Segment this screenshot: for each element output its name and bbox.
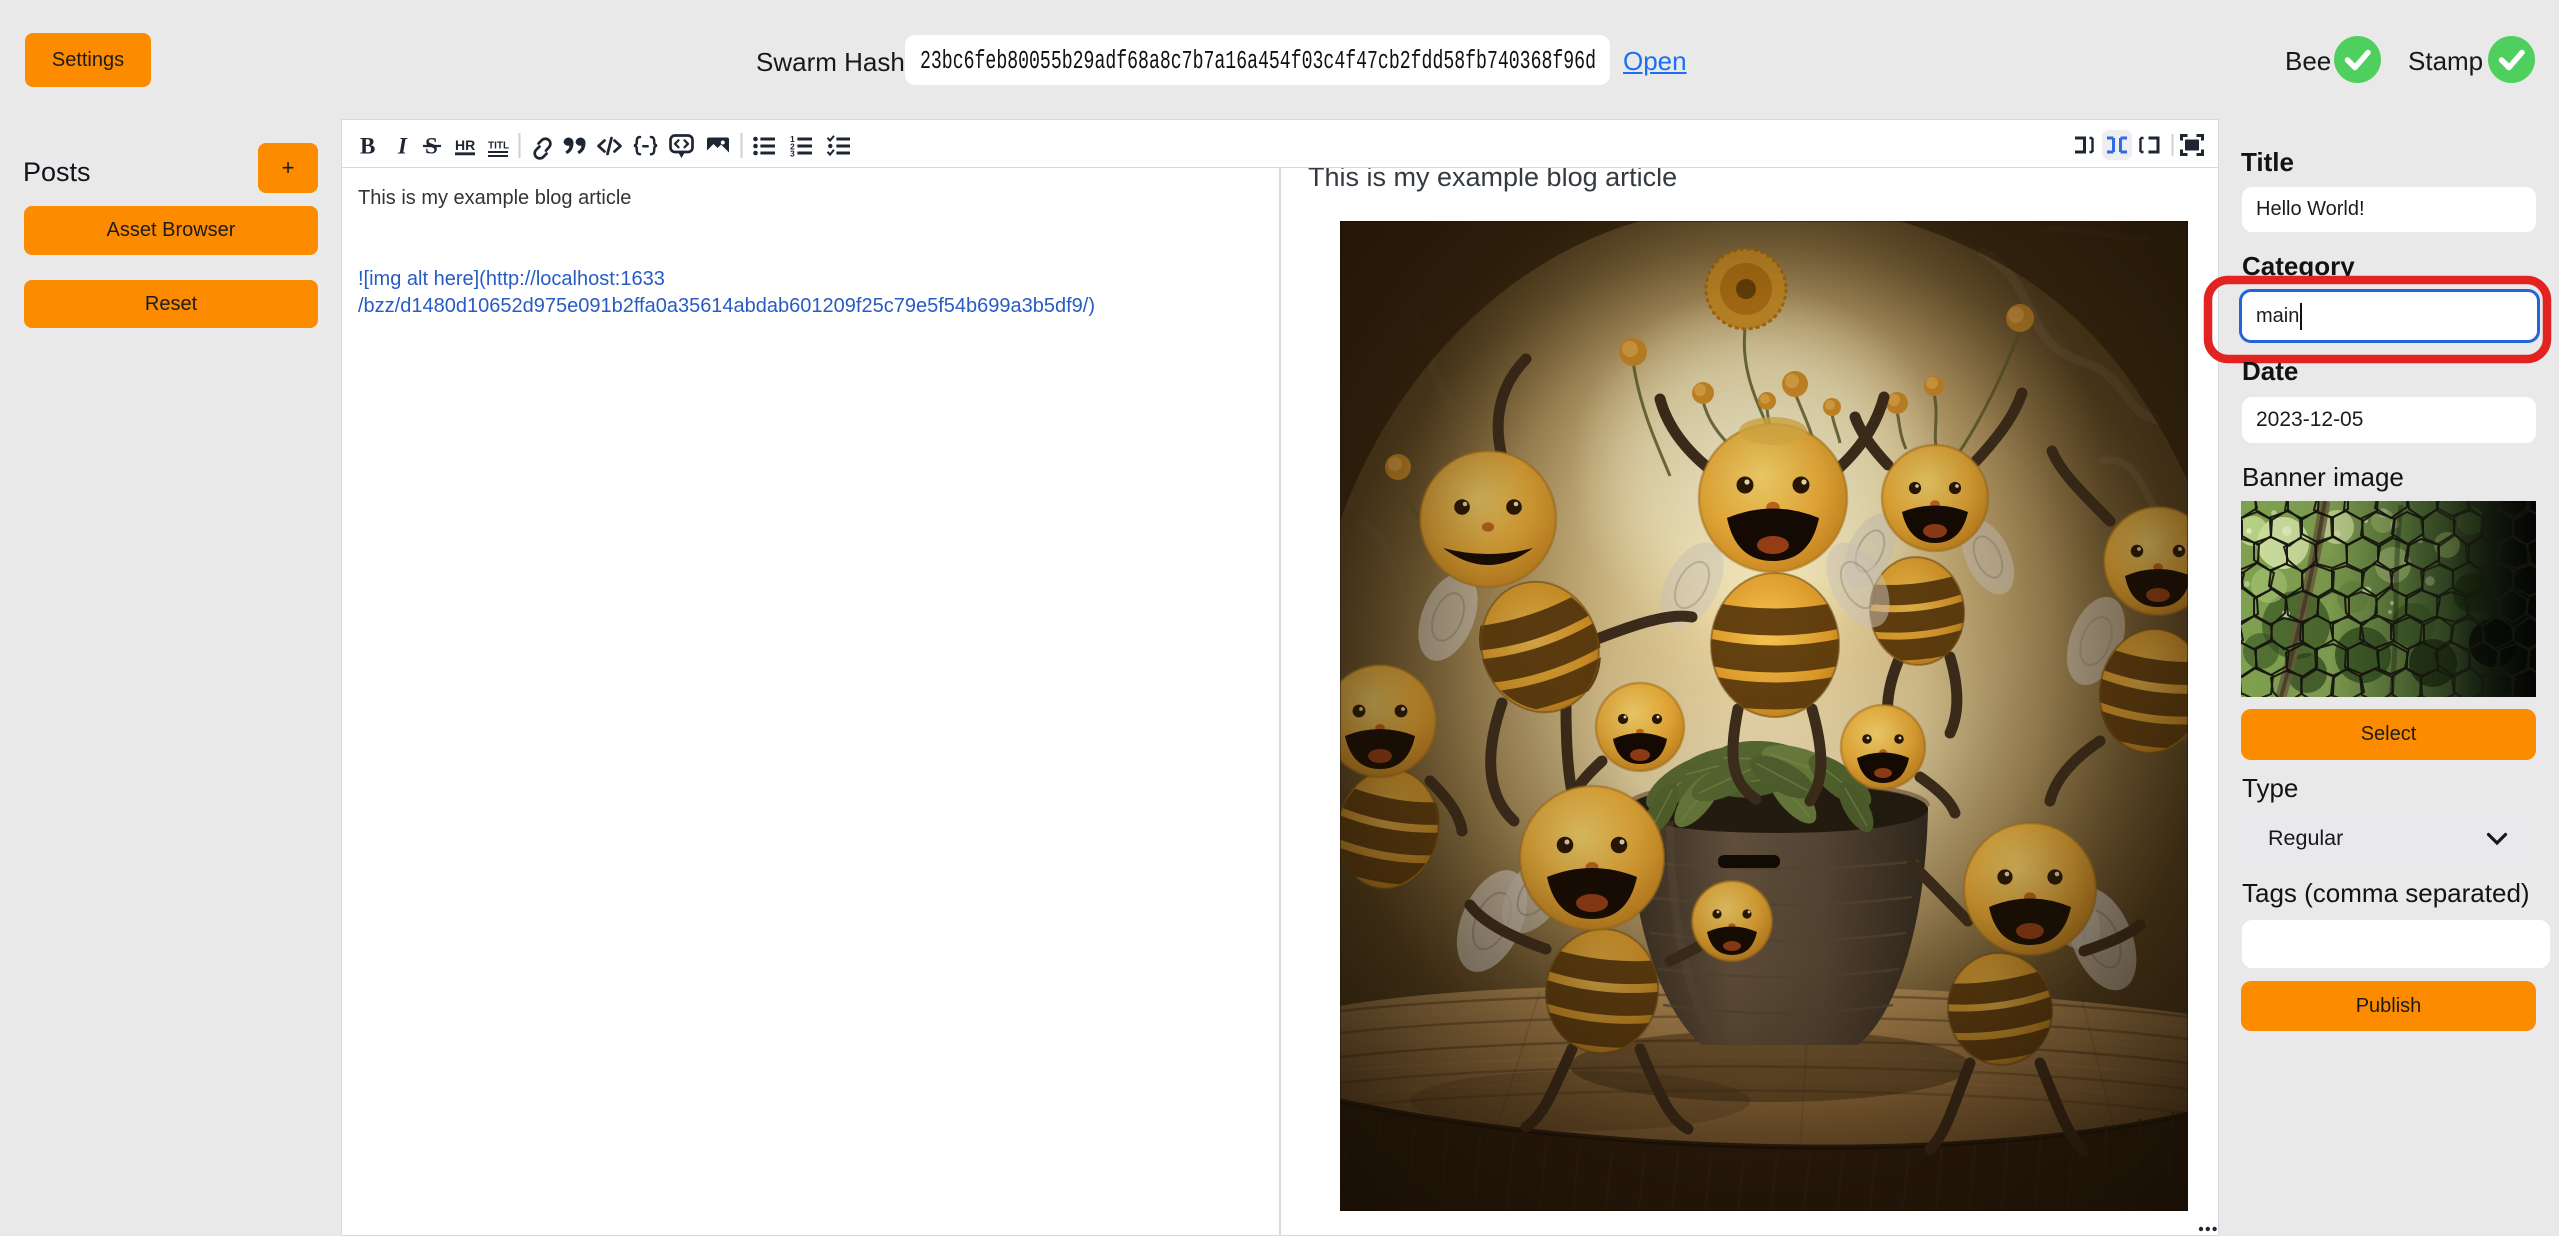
svg-text:I: I bbox=[397, 134, 408, 159]
svg-text:B: B bbox=[360, 134, 375, 159]
svg-text:23bc6feb80055b29adf68a8c7b7a16: 23bc6feb80055b29adf68a8c7b7a16a454f03c4f… bbox=[920, 47, 1596, 76]
svg-text:TITL: TITL bbox=[488, 141, 509, 152]
svg-text:3: 3 bbox=[790, 149, 795, 159]
svg-text:HR: HR bbox=[455, 137, 475, 153]
